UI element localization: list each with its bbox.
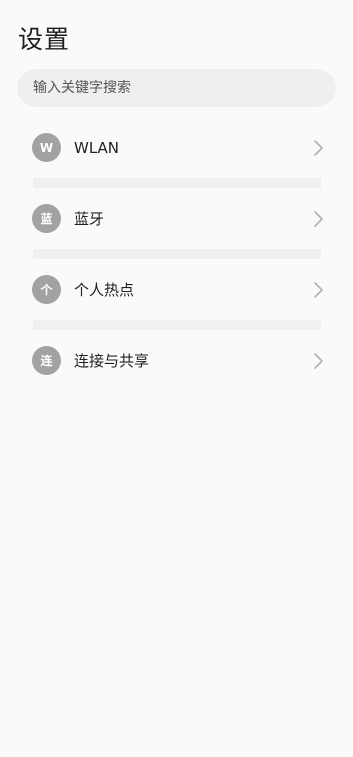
settings-item-label: 蓝牙 bbox=[74, 210, 105, 228]
chevron-right-icon bbox=[314, 353, 323, 369]
chevron-right-icon bbox=[314, 140, 323, 156]
settings-item-wlan[interactable]: W WLAN bbox=[0, 113, 353, 188]
search-input[interactable] bbox=[33, 80, 313, 96]
wlan-avatar-icon: W bbox=[32, 133, 61, 162]
bluetooth-avatar-icon: 蓝 bbox=[32, 204, 61, 233]
hotspot-avatar-icon: 个 bbox=[32, 275, 61, 304]
settings-list: W WLAN 蓝 蓝牙 个 个人热点 连 连接与共享 bbox=[0, 113, 353, 397]
page-title: 设置 bbox=[18, 25, 71, 54]
settings-item-label: 连接与共享 bbox=[74, 352, 150, 370]
settings-item-connection-sharing[interactable]: 连 连接与共享 bbox=[0, 326, 353, 397]
settings-item-label: WLAN bbox=[74, 139, 120, 157]
settings-item-bluetooth[interactable]: 蓝 蓝牙 bbox=[0, 184, 353, 259]
settings-item-label: 个人热点 bbox=[74, 281, 135, 299]
search-bar[interactable] bbox=[17, 69, 336, 107]
settings-item-hotspot[interactable]: 个 个人热点 bbox=[0, 255, 353, 330]
chevron-right-icon bbox=[314, 282, 323, 298]
chevron-right-icon bbox=[314, 211, 323, 227]
connection-avatar-icon: 连 bbox=[32, 346, 61, 375]
